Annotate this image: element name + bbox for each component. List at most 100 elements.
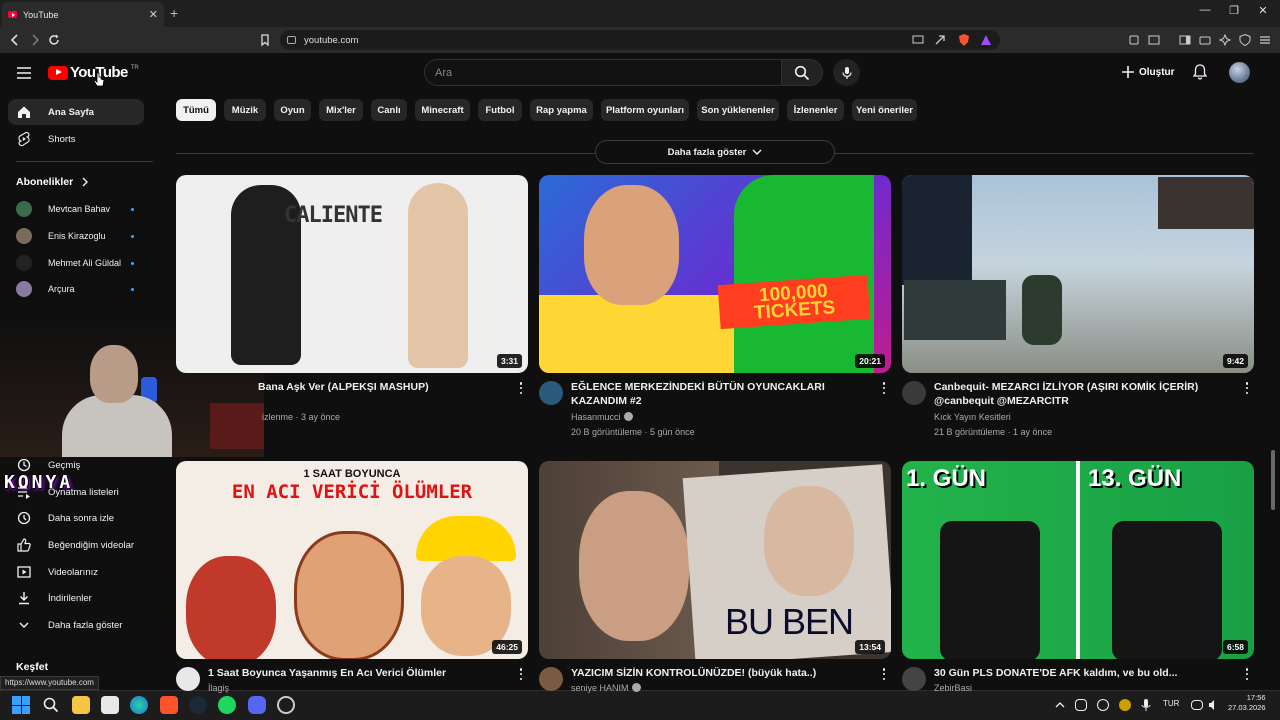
channel-avatar[interactable] xyxy=(176,667,200,691)
brave-rewards-icon[interactable] xyxy=(979,33,993,47)
video-more-options-icon[interactable] xyxy=(517,667,525,681)
address-bar[interactable]: youtube.com xyxy=(280,30,1000,50)
back-icon[interactable] xyxy=(8,33,22,47)
user-avatar[interactable] xyxy=(1229,62,1250,83)
share-icon[interactable] xyxy=(933,33,947,47)
subscriptions-heading[interactable]: Abonelikler xyxy=(16,176,89,188)
filter-chip[interactable]: Son yüklenenler xyxy=(697,99,779,121)
video-title[interactable]: 30 Gün PLS DONATE'DE AFK kaldım, ve bu o… xyxy=(934,666,1222,680)
video-thumbnail[interactable]: 1. GÜN 13. GÜN 6:58 xyxy=(902,461,1254,659)
brave-shield-icon[interactable] xyxy=(957,33,971,47)
spotify-icon[interactable] xyxy=(218,696,236,714)
create-button[interactable]: Oluştur xyxy=(1113,61,1183,83)
steam-icon[interactable] xyxy=(189,696,207,714)
channel-avatar[interactable] xyxy=(902,667,926,691)
sidebar-item[interactable]: İndirilenler xyxy=(8,585,144,611)
filter-chip[interactable]: Platform oyunları xyxy=(601,99,689,121)
extensions-icon[interactable] xyxy=(1127,33,1141,47)
video-thumbnail[interactable]: CALIENTE 3:31 xyxy=(176,175,528,373)
leo-ai-icon[interactable] xyxy=(1218,33,1232,47)
cast-icon[interactable] xyxy=(911,33,925,47)
tray-app-icon[interactable] xyxy=(1075,699,1087,711)
page-scrollbar[interactable] xyxy=(1271,450,1275,510)
browser-tab[interactable]: YouTube ✕ xyxy=(2,2,164,27)
video-title[interactable]: Canbequit- MEZARCI İZLİYOR (AŞIRI KOMİK … xyxy=(934,380,1222,408)
site-info-icon[interactable] xyxy=(287,36,296,44)
filter-chip[interactable]: Futbol xyxy=(478,99,522,121)
tray-sync-icon[interactable] xyxy=(1097,699,1109,711)
video-more-options-icon[interactable] xyxy=(880,381,888,395)
sidebar-item[interactable]: Geçmiş xyxy=(8,452,144,478)
filter-chip[interactable]: Minecraft xyxy=(415,99,470,121)
tray-chevron-up-icon[interactable] xyxy=(1054,696,1066,714)
notifications-bell-icon[interactable] xyxy=(1191,63,1209,81)
video-more-options-icon[interactable] xyxy=(517,381,525,395)
video-title[interactable]: Bana Aşk Ver (ALPEKŞI MASHUP) xyxy=(258,380,496,394)
minimize-window-button[interactable]: — xyxy=(1190,4,1220,16)
reload-icon[interactable] xyxy=(47,33,61,47)
video-title[interactable]: YAZICIM SİZİN KONTROLÜNÜZDE! (büyük hata… xyxy=(571,666,859,680)
search-input[interactable]: Ara xyxy=(424,59,782,86)
bookmark-icon[interactable] xyxy=(258,33,272,47)
sidebar-item-shorts[interactable]: Shorts xyxy=(8,126,144,152)
network-icon[interactable] xyxy=(1191,700,1203,710)
sidebar-item[interactable]: Oynatma listeleri xyxy=(8,479,144,505)
video-thumbnail[interactable]: BU BEN 13:54 xyxy=(539,461,891,659)
edge-icon[interactable] xyxy=(130,696,148,714)
volume-icon[interactable] xyxy=(1207,696,1219,714)
input-language[interactable]: TUR xyxy=(1163,699,1179,708)
hamburger-menu-icon[interactable] xyxy=(15,64,33,82)
sidebar-item[interactable]: Daha fazla göster xyxy=(8,612,144,638)
sidebar-toggle-icon[interactable] xyxy=(1178,33,1192,47)
sidebar-item[interactable]: Videolarınız xyxy=(8,559,144,585)
subscription-item[interactable]: Arçura xyxy=(8,277,144,301)
subscription-item[interactable]: Enis Kirazoglu xyxy=(8,224,144,248)
subscription-item[interactable]: Mehmet Ali Güldal xyxy=(8,251,144,275)
taskbar-search-icon[interactable] xyxy=(42,696,60,714)
filter-chip[interactable]: Tümü xyxy=(176,99,216,121)
windows-start-icon[interactable] xyxy=(12,696,30,714)
video-more-options-icon[interactable] xyxy=(1243,667,1251,681)
filter-chip[interactable]: Yeni öneriler xyxy=(852,99,917,121)
tray-microphone-icon[interactable] xyxy=(1140,696,1152,714)
filter-chip[interactable]: İzlenenler xyxy=(787,99,844,121)
voice-search-button[interactable] xyxy=(833,59,860,86)
video-thumbnail[interactable]: 100,000 TICKETS 20:21 xyxy=(539,175,891,373)
channel-avatar[interactable] xyxy=(539,667,563,691)
video-thumbnail[interactable]: 9:42 xyxy=(902,175,1254,373)
browser-menu-icon[interactable] xyxy=(1258,33,1272,47)
filter-chip[interactable]: Mix'ler xyxy=(319,99,363,121)
tab-search-icon[interactable] xyxy=(1147,33,1161,47)
video-more-options-icon[interactable] xyxy=(1243,381,1251,395)
filter-chip[interactable]: Canlı xyxy=(371,99,407,121)
forward-icon[interactable] xyxy=(28,33,42,47)
app-icon[interactable] xyxy=(277,696,295,714)
brave-icon[interactable] xyxy=(160,696,178,714)
subscription-item[interactable]: Mevtcan Bahav xyxy=(8,197,144,221)
filter-chip[interactable]: Müzik xyxy=(224,99,266,121)
channel-name[interactable]: İlagiş xyxy=(208,681,229,696)
video-more-options-icon[interactable] xyxy=(880,667,888,681)
sidebar-item-home[interactable]: Ana Sayfa xyxy=(8,99,144,125)
channel-name[interactable]: ZebirBasi xyxy=(934,681,972,696)
file-explorer-icon[interactable] xyxy=(72,696,90,714)
maximize-window-button[interactable]: ❐ xyxy=(1219,4,1249,17)
channel-name[interactable]: Kıck Yayın Kesitleri xyxy=(934,410,1011,425)
store-icon[interactable] xyxy=(101,696,119,714)
sidebar-item[interactable]: Beğendiğim videolar xyxy=(8,532,144,558)
video-title[interactable]: EĞLENCE MERKEZİNDEKİ BÜTÜN OYUNCAKLARI K… xyxy=(571,380,859,408)
channel-name[interactable]: Hasanmucci xyxy=(571,410,633,425)
show-more-button[interactable]: Daha fazla göster xyxy=(595,140,835,164)
discord-icon[interactable] xyxy=(248,696,266,714)
new-tab-button[interactable]: + xyxy=(170,5,178,21)
close-window-button[interactable]: ✕ xyxy=(1248,4,1278,17)
video-title[interactable]: 1 Saat Boyunca Yaşanmış En Acı Verici Öl… xyxy=(208,666,496,680)
search-button[interactable] xyxy=(781,59,823,86)
close-tab-icon[interactable]: ✕ xyxy=(149,8,158,21)
channel-name[interactable]: seniye HANIM xyxy=(571,681,641,696)
filter-chip[interactable]: Rap yapma xyxy=(530,99,593,121)
video-thumbnail[interactable]: 1 SAAT BOYUNCA EN ACI VERİCİ ÖLÜMLER 46:… xyxy=(176,461,528,659)
channel-avatar[interactable] xyxy=(539,381,563,405)
wallet-icon[interactable] xyxy=(1198,33,1212,47)
tray-security-icon[interactable] xyxy=(1119,699,1131,711)
